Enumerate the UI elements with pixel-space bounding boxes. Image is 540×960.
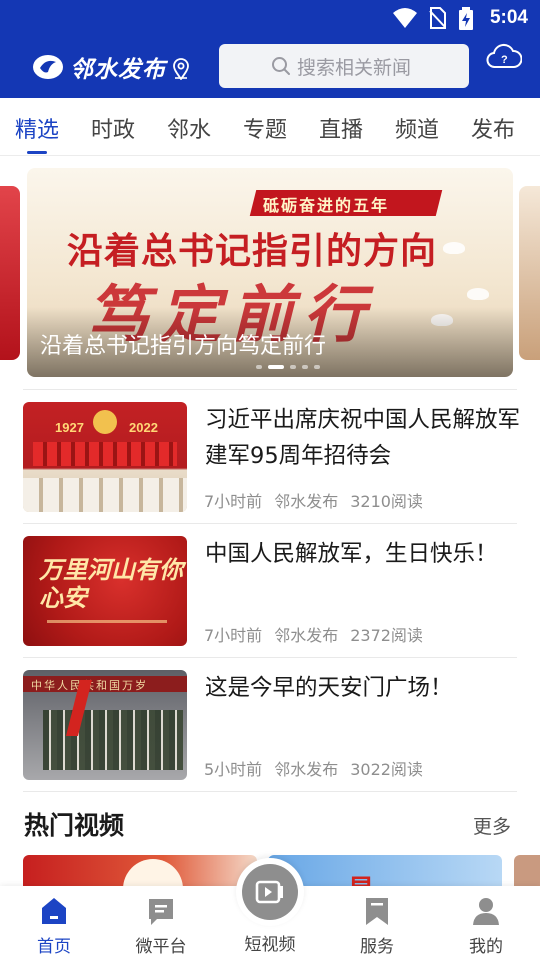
- nav-label: 短视频: [244, 935, 296, 955]
- short-video-button-bg: [242, 864, 298, 920]
- news-item[interactable]: 万里河山有你心安 中国人民解放军，生日快乐！ 7小时前 邻水发布 2372阅读: [0, 524, 540, 658]
- news-source: 邻水发布: [274, 760, 339, 779]
- banner-carousel[interactable]: 砥砺奋进的五年 沿着总书记指引的方向 笃定前行 沿着总书记指引方向笃定前行: [0, 168, 540, 378]
- news-title: 中国人民解放军，生日快乐！: [205, 541, 498, 567]
- dove-icon: [443, 242, 465, 254]
- user-icon: [473, 898, 499, 925]
- news-reads: 3210阅读: [350, 492, 423, 511]
- carousel-dots: [256, 365, 320, 369]
- thumb-year: 2022: [129, 420, 158, 435]
- logo-mark-icon: [33, 55, 63, 79]
- home-icon: [42, 898, 66, 924]
- more-link[interactable]: 更多: [473, 812, 511, 839]
- tab-politics[interactable]: 时政: [91, 112, 135, 144]
- app-screen: 5:04 邻水发布 搜索相关新闻 ? 精选 时政 邻水 专题 直播 频道 发布 …: [0, 0, 540, 960]
- thumb-banner: 中华人民共和国万岁: [23, 676, 187, 692]
- emblem-icon: [93, 410, 117, 434]
- news-item[interactable]: 中华人民共和国万岁 这是今早的天安门广场！ 5小时前 邻水发布 3022阅读: [0, 658, 540, 792]
- thumb-calligraphy: 万里河山有你心安: [39, 555, 183, 612]
- news-time: 7小时前: [204, 626, 263, 645]
- channel-tabs: 精选 时政 邻水 专题 直播 频道 发布: [0, 98, 540, 156]
- news-time: 7小时前: [204, 492, 263, 511]
- news-time: 5小时前: [204, 760, 263, 779]
- banquet-tables: [23, 478, 187, 512]
- divider: [23, 791, 517, 792]
- news-reads: 2372阅读: [350, 626, 423, 645]
- chat-icon: [149, 899, 173, 925]
- carousel-dot[interactable]: [314, 365, 320, 369]
- news-source: 邻水发布: [274, 492, 339, 511]
- carousel-dot-active[interactable]: [268, 365, 284, 369]
- news-source: 邻水发布: [274, 626, 339, 645]
- carousel-dot[interactable]: [290, 365, 296, 369]
- news-thumbnail: 1927 2022: [23, 402, 187, 512]
- battery-charging-icon: [459, 7, 473, 30]
- location-pin-icon[interactable]: [172, 58, 190, 80]
- nav-micro-platform[interactable]: 微平台: [111, 886, 211, 960]
- status-bar: 5:04: [0, 0, 540, 36]
- news-title: 习近平出席庆祝中国人民解放军建军95周年招待会: [205, 407, 521, 469]
- tab-release[interactable]: 发布: [471, 112, 515, 144]
- bookmark-icon: [366, 898, 388, 925]
- status-time: 5:04: [489, 7, 528, 28]
- banner-caption: 沿着总书记指引方向笃定前行: [40, 334, 327, 359]
- dove-icon: [467, 288, 489, 300]
- thumb-year: 1927: [55, 420, 84, 435]
- news-item[interactable]: 1927 2022 习近平出席庆祝中国人民解放军建军95周年招待会 7小时前 邻…: [0, 390, 540, 524]
- thumb-subline: [47, 620, 167, 623]
- nav-label: 我的: [469, 937, 503, 957]
- video-play-icon: [255, 880, 283, 904]
- nav-home[interactable]: 首页: [4, 886, 104, 960]
- tab-channels[interactable]: 频道: [395, 112, 439, 144]
- news-meta: 5小时前 邻水发布 3022阅读: [204, 756, 423, 780]
- banner-prev-card[interactable]: [0, 186, 20, 360]
- section-title: 热门视频: [24, 811, 125, 840]
- honor-guard: [43, 710, 183, 770]
- banner-slide[interactable]: 砥砺奋进的五年 沿着总书记指引的方向 笃定前行 沿着总书记指引方向笃定前行: [27, 168, 513, 377]
- svg-text:?: ?: [501, 54, 508, 66]
- news-meta: 7小时前 邻水发布 3210阅读: [204, 488, 423, 512]
- banner-next-card[interactable]: [519, 186, 540, 360]
- news-meta: 7小时前 邻水发布 2372阅读: [204, 622, 423, 646]
- search-icon: [272, 57, 290, 75]
- nav-mine[interactable]: 我的: [436, 886, 536, 960]
- nav-services[interactable]: 服务: [327, 886, 427, 960]
- carousel-dot[interactable]: [256, 365, 262, 369]
- brand-name: 邻水发布: [70, 56, 166, 83]
- banner-ribbon-text: 砥砺奋进的五年: [263, 196, 390, 215]
- news-title: 这是今早的天安门广场！: [205, 675, 453, 701]
- news-thumbnail: 中华人民共和国万岁: [23, 670, 187, 780]
- news-thumbnail: 万里河山有你心安: [23, 536, 187, 646]
- flags-row: [33, 442, 177, 466]
- tab-featured[interactable]: 精选: [15, 112, 59, 144]
- search-placeholder: 搜索相关新闻: [297, 56, 412, 79]
- app-header: 5:04 邻水发布 搜索相关新闻 ?: [0, 0, 540, 98]
- nav-label: 首页: [37, 937, 71, 957]
- carousel-dot[interactable]: [302, 365, 308, 369]
- news-reads: 3022阅读: [350, 760, 423, 779]
- nav-label: 微平台: [135, 937, 187, 957]
- tab-linshui[interactable]: 邻水: [167, 112, 211, 144]
- tab-topics[interactable]: 专题: [243, 112, 287, 144]
- active-tab-indicator: [27, 151, 47, 154]
- nav-short-video[interactable]: [236, 858, 304, 926]
- cloud-help-icon[interactable]: ?: [486, 42, 522, 70]
- wifi-icon: [393, 8, 417, 28]
- search-input[interactable]: 搜索相关新闻: [219, 44, 469, 88]
- nav-label: 服务: [360, 937, 394, 957]
- brand-logo[interactable]: 邻水发布: [32, 50, 166, 84]
- no-sim-icon: [429, 7, 446, 29]
- tab-live[interactable]: 直播: [319, 112, 363, 144]
